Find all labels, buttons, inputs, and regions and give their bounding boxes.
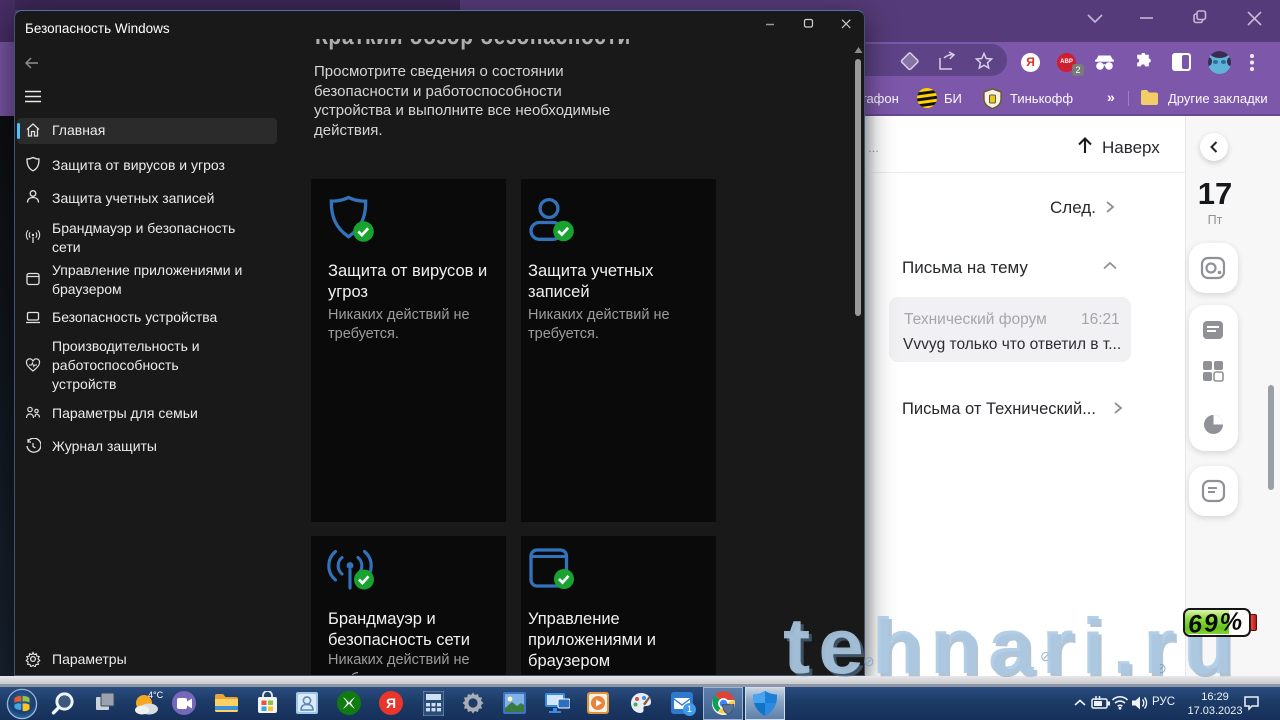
svg-text:4°C: 4°C [148, 690, 164, 700]
